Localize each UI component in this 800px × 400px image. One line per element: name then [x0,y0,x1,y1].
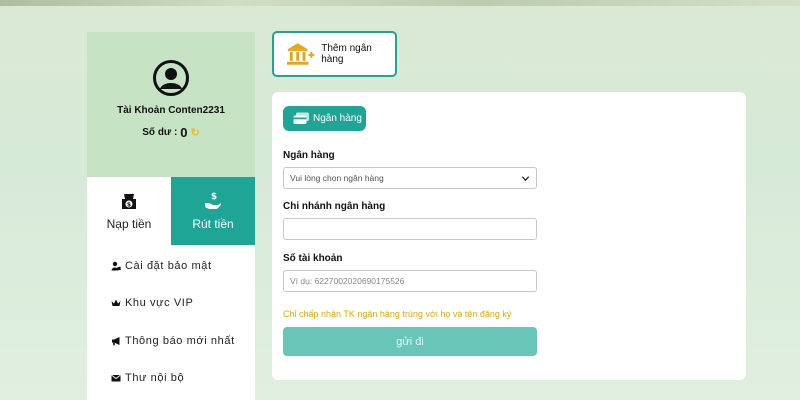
menu-item-notifications[interactable]: Thông báo mới nhất [87,322,255,360]
menu-item-inbox[interactable]: Thư nội bộ [87,360,255,398]
svg-text:$: $ [211,192,217,202]
user-lock-icon [111,261,121,271]
megaphone-icon [112,336,120,346]
branch-input[interactable] [283,218,537,240]
account-number-input[interactable]: Ví dụ: 6227002020690175526 [283,270,537,292]
tab-bank-label: Ngân hàng [313,113,362,124]
add-bank-button[interactable]: Thêm ngân hàng [272,31,397,77]
menu-item-label: Thư nội bộ [125,372,185,385]
bank-select[interactable]: Vui lòng chọn ngân hàng [283,167,537,189]
sidebar: Tài Khoản Conten2231 Số dư : 0 ↻ $ Nạp t… [87,32,255,400]
menu-item-security[interactable]: Cài đặt bảo mật [87,247,255,285]
tab-withdraw-label: Rút tiền [192,217,234,231]
bank-select-value: Vui lòng chọn ngân hàng [290,173,384,183]
add-bank-label: Thêm ngân hàng [321,43,372,65]
account-name: Tài Khoản Conten2231 [117,105,225,116]
bank-form-card: Ngân hàng Ngân hàng Vui lòng chọn ngân h… [272,92,746,380]
menu-item-label: Thông báo mới nhất [125,334,235,347]
tab-deposit-label: Nạp tiền [106,217,152,231]
account-number-placeholder: Ví dụ: 6227002020690175526 [290,276,405,286]
menu-item-vip[interactable]: Khu vực VIP [87,285,255,323]
submit-button[interactable]: gửi đi [283,327,537,356]
balance-value: 0 [180,125,188,140]
bank-label: Ngân hàng [283,150,335,161]
balance-label: Số dư : [142,127,178,138]
svg-text:$: $ [127,201,131,208]
sidebar-menu: Cài đặt bảo mật Khu vực VIP Thông báo mớ… [87,245,255,400]
menu-item-label: Cài đặt bảo mật [125,259,212,272]
profile-panel: Tài Khoản Conten2231 Số dư : 0 ↻ [87,32,255,177]
chevron-down-icon [521,175,530,181]
credit-card-icon [293,112,309,124]
top-decorative-strip [0,0,800,6]
tab-deposit[interactable]: $ Nạp tiền [87,177,171,245]
hand-money-icon: $ [205,192,221,209]
bank-plus-icon [286,43,315,65]
branch-label: Chi nhánh ngân hàng [283,201,386,212]
tab-bank[interactable]: Ngân hàng [283,106,366,131]
money-bag-icon: $ [122,194,136,209]
transaction-tabs: $ Nạp tiền $ Rút tiền [87,177,255,245]
refresh-icon[interactable]: ↻ [191,126,200,139]
envelope-icon [111,375,121,382]
tab-withdraw[interactable]: $ Rút tiền [171,177,255,245]
notice-text: Chỉ chấp nhận TK ngân hàng trùng với họ … [283,309,512,319]
crown-icon [111,299,121,307]
avatar-icon [153,60,189,96]
account-number-label: Số tài khoản [283,253,343,264]
menu-item-label: Khu vực VIP [125,297,194,310]
balance: Số dư : 0 ↻ [142,125,199,140]
